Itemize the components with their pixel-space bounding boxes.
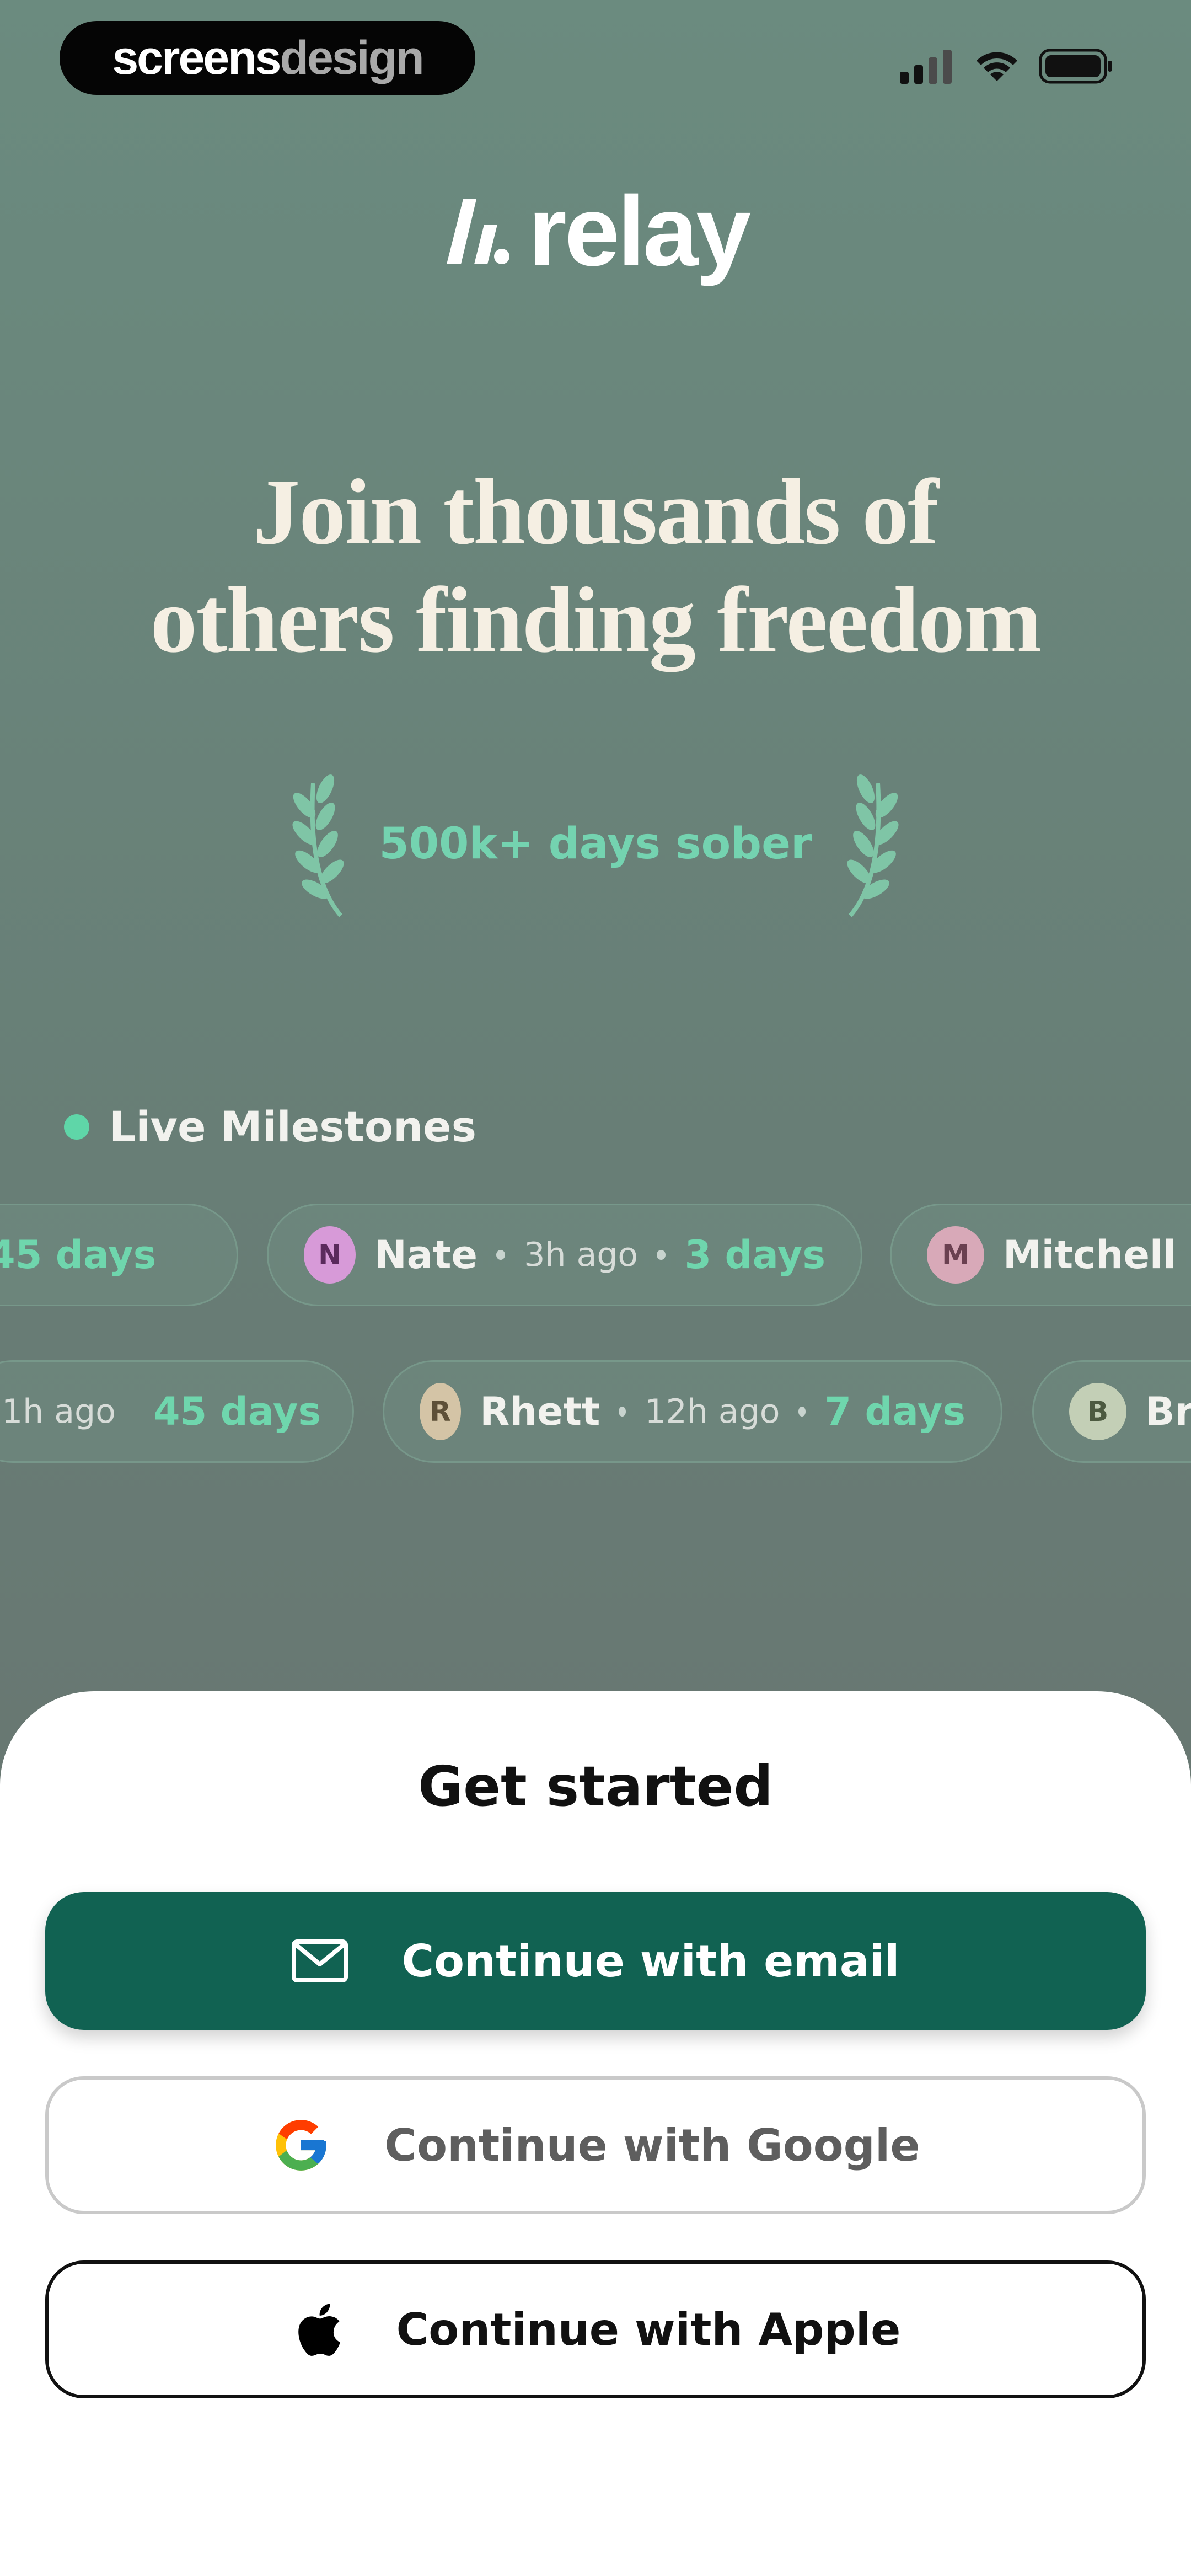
watermark-text-design: design	[280, 31, 425, 84]
milestone-time: 1h ago	[2, 1392, 116, 1431]
continue-with-apple-button[interactable]: Continue with Apple	[45, 2260, 1146, 2398]
milestone-time: 12h ago	[645, 1392, 780, 1431]
laurel-icon	[292, 774, 344, 917]
live-milestones-header: Live Milestones	[64, 1102, 476, 1151]
avatar: N	[304, 1226, 356, 1284]
milestone-name: Mitchell	[1003, 1232, 1176, 1278]
separator-dot	[798, 1407, 806, 1417]
continue-with-google-button[interactable]: Continue with Google	[45, 2076, 1146, 2214]
continue-with-email-button[interactable]: Continue with email	[45, 1892, 1146, 2030]
milestone-time: 3h ago	[524, 1236, 639, 1274]
milestone-name: Br	[1145, 1389, 1191, 1434]
relay-logo-icon	[446, 199, 509, 264]
milestone-pill: N Nate 3h ago 3 days	[267, 1204, 862, 1306]
milestone-pill: 45 days	[0, 1204, 238, 1306]
continue-with-email-label: Continue with email	[401, 1935, 900, 1987]
avatar: B	[1069, 1383, 1126, 1440]
separator-dot	[496, 1250, 506, 1260]
milestone-days: 45 days	[0, 1232, 157, 1278]
sheet-title: Get started	[418, 1754, 773, 1819]
milestone-pill: M Mitchell	[890, 1204, 1191, 1306]
page-title: Join thousands of others finding freedom	[0, 458, 1191, 674]
google-icon	[276, 2120, 327, 2171]
live-milestones-label: Live Milestones	[109, 1102, 476, 1151]
milestone-days: 45 days	[153, 1389, 321, 1434]
status-bar	[900, 49, 1114, 84]
milestones-row-2: 1h ago 45 days R Rhett 12h ago 7 days B …	[0, 1360, 1191, 1465]
laurel-icon	[847, 774, 899, 917]
headline-line-2: others finding freedom	[150, 568, 1042, 672]
milestone-days: 7 days	[824, 1389, 965, 1434]
avatar: M	[927, 1226, 984, 1284]
wifi-icon	[977, 52, 1017, 81]
milestone-name: Rhett	[480, 1389, 600, 1434]
headline-line-1: Join thousands of	[253, 460, 939, 564]
milestone-pill: R Rhett 12h ago 7 days	[383, 1360, 1002, 1463]
sober-days-award: 500k+ days sober	[0, 761, 1191, 927]
continue-with-apple-label: Continue with Apple	[396, 2304, 901, 2355]
battery-icon	[1039, 49, 1112, 84]
milestone-name: Nate	[374, 1232, 478, 1278]
milestone-days: 3 days	[684, 1232, 826, 1278]
separator-dot	[657, 1250, 666, 1260]
live-indicator-dot	[64, 1114, 89, 1140]
sober-days-text: 500k+ days sober	[379, 819, 812, 869]
brand-name: relay	[528, 176, 751, 287]
watermark-badge: screens design	[60, 21, 475, 95]
separator-dot	[619, 1407, 626, 1417]
continue-with-google-label: Continue with Google	[384, 2119, 920, 2171]
brand-logo: relay	[0, 182, 1191, 281]
apple-icon	[298, 2304, 340, 2356]
milestones-row-1: 45 days N Nate 3h ago 3 days M Mitchell	[0, 1204, 1191, 1308]
avatar: R	[420, 1383, 462, 1440]
mail-icon	[292, 1939, 348, 1982]
milestone-pill: B Br	[1032, 1360, 1191, 1463]
milestone-pill: 1h ago 45 days	[0, 1360, 354, 1463]
watermark-text-screens: screens	[112, 31, 281, 84]
signal-icon	[900, 50, 952, 84]
